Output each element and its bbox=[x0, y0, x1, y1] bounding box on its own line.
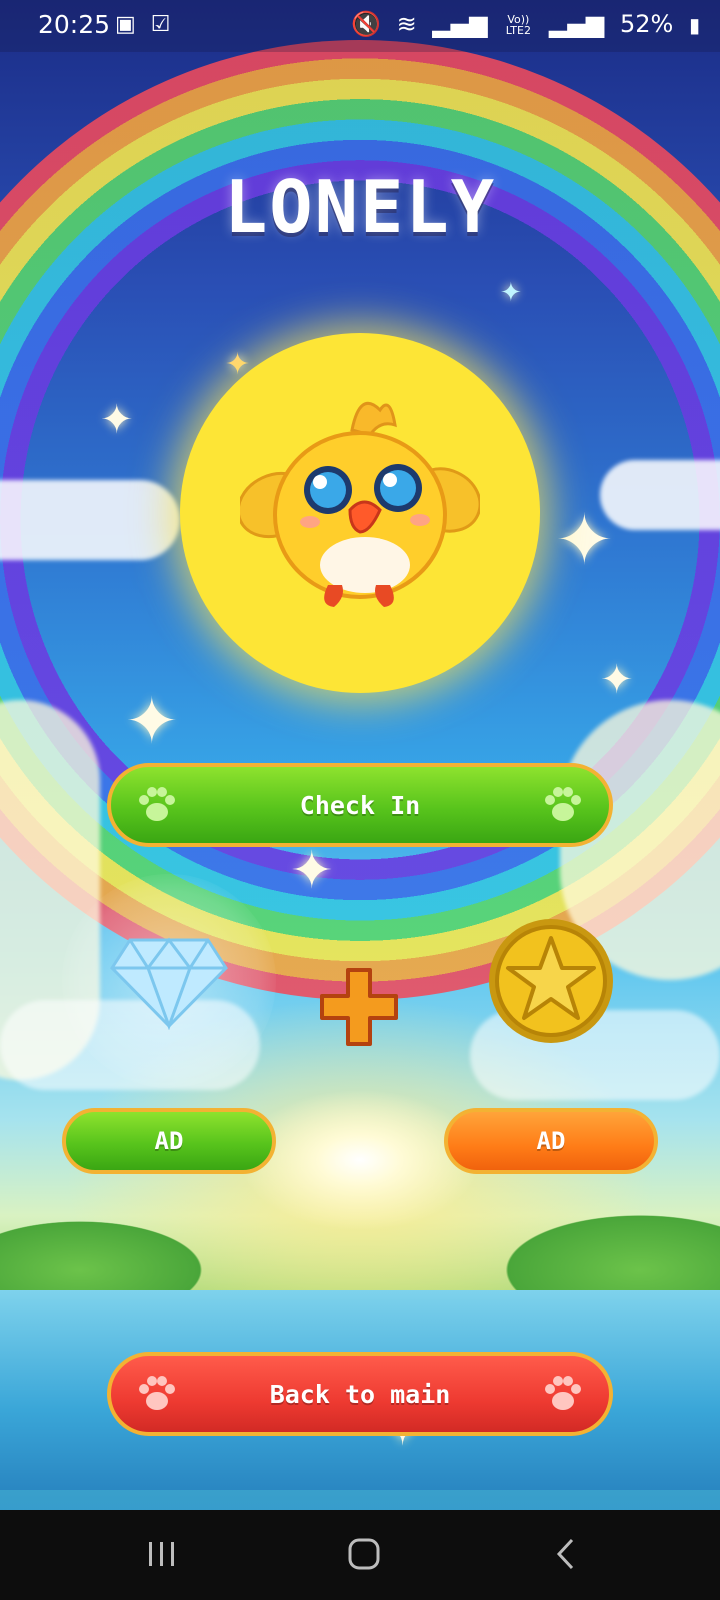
status-bar: 20:25 ▣ ☑ 🔇 ≋ ▂▄▆ Vo)) LTE2 ▂▄▆ 52% ▮ bbox=[0, 0, 720, 52]
paw-icon bbox=[545, 787, 581, 821]
sparkle-icon: ✦ bbox=[290, 841, 334, 901]
status-right-icons: 🔇 ≋ ▂▄▆ Vo)) LTE2 ▂▄▆ 52% ▮ bbox=[343, 10, 700, 38]
signal-icon: ▂▄▆ bbox=[432, 10, 488, 38]
battery-icon: ▮ bbox=[688, 13, 700, 37]
back-icon bbox=[556, 1538, 574, 1570]
cloud-decoration bbox=[600, 460, 720, 530]
back-to-main-button[interactable]: Back to main bbox=[107, 1352, 613, 1436]
mute-icon: 🔇 bbox=[351, 10, 381, 38]
recents-button[interactable] bbox=[132, 1526, 192, 1582]
sparkle-icon: ✦ bbox=[100, 397, 134, 443]
battery-text: 52% bbox=[620, 10, 674, 38]
check-square-icon: ☑ bbox=[150, 12, 171, 37]
ad-diamond-button[interactable]: AD bbox=[62, 1108, 276, 1174]
back-to-main-label: Back to main bbox=[269, 1379, 451, 1409]
check-in-button[interactable]: Check In bbox=[107, 763, 613, 847]
home-icon bbox=[348, 1538, 380, 1570]
system-navigation-bar bbox=[0, 1510, 720, 1600]
paw-icon bbox=[139, 787, 175, 821]
check-in-label: Check In bbox=[299, 790, 421, 820]
status-left-icons: ▣ ☑ bbox=[115, 12, 171, 37]
ad-label: AD bbox=[154, 1127, 184, 1155]
wifi-icon: ≋ bbox=[396, 10, 417, 38]
paw-icon bbox=[545, 1376, 581, 1410]
status-time: 20:25 bbox=[38, 10, 111, 39]
gallery-icon: ▣ bbox=[115, 12, 136, 37]
home-button[interactable] bbox=[334, 1526, 394, 1582]
chick-icon bbox=[240, 401, 480, 607]
star-coin-icon bbox=[489, 919, 613, 1043]
ad-coin-button[interactable]: AD bbox=[444, 1108, 658, 1174]
paw-icon bbox=[139, 1376, 175, 1410]
volte-icon: Vo)) LTE2 bbox=[505, 13, 531, 37]
ad-label: AD bbox=[536, 1127, 566, 1155]
cloud-decoration bbox=[0, 480, 180, 560]
page-title: LONELY bbox=[223, 165, 497, 249]
sparkle-icon: ✦ bbox=[500, 278, 522, 308]
back-button[interactable] bbox=[536, 1526, 596, 1582]
sparkle-icon: ✦ bbox=[600, 657, 634, 703]
recents-icon bbox=[149, 1542, 174, 1566]
plus-icon bbox=[320, 968, 398, 1046]
signal-icon: ▂▄▆ bbox=[548, 10, 605, 38]
sparkle-icon: ✦ bbox=[555, 499, 614, 581]
diamond-icon bbox=[110, 937, 228, 1030]
sparkle-icon: ✦ bbox=[125, 685, 179, 759]
